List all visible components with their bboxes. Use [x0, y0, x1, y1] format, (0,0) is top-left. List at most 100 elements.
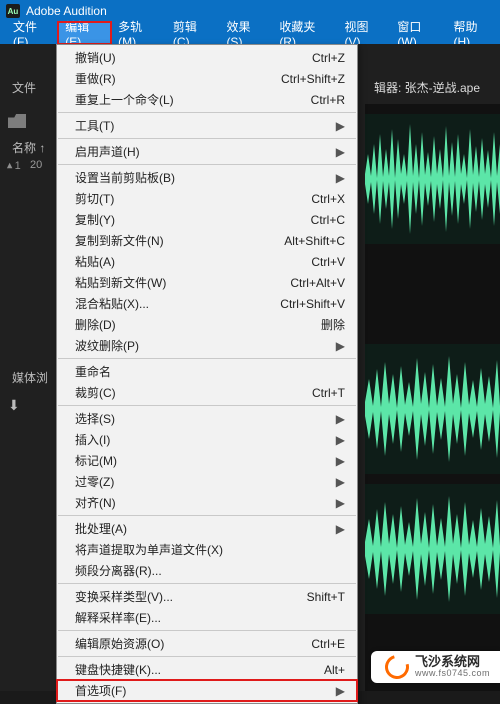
waveform-channel-right[interactable]: R [365, 344, 500, 474]
chevron-right-icon: ▶ [336, 475, 345, 489]
menu-item[interactable]: 批处理(A) ▶ [57, 518, 357, 539]
menu-item[interactable]: 复制到新文件(N) Alt+Shift+C [57, 230, 357, 251]
menubar-item[interactable]: 收藏夹(R) [272, 22, 337, 44]
chevron-right-icon: ▸ [2, 163, 15, 169]
menu-item-label: 过零(Z) [75, 473, 328, 490]
menu-bar: 文件(F)编辑(E)多轨(M)剪辑(C)效果(S)收藏夹(R)视图(V)窗口(W… [0, 22, 500, 44]
chevron-right-icon: ▶ [336, 522, 345, 536]
menu-item-label: 复制到新文件(N) [75, 232, 276, 249]
menu-item[interactable]: 重做(R) Ctrl+Shift+Z [57, 68, 357, 89]
app-logo: Au [6, 4, 20, 18]
folder-icon[interactable] [8, 114, 26, 128]
menu-item-label: 混合粘贴(X)... [75, 295, 272, 312]
menu-item-shortcut: Ctrl+V [311, 255, 345, 269]
menubar-item[interactable]: 多轨(M) [111, 22, 166, 44]
menu-item[interactable]: 变换采样类型(V)...Shift+T [57, 586, 357, 607]
menu-item-shortcut: Ctrl+E [311, 637, 345, 651]
menubar-item[interactable]: 编辑(E) [58, 22, 111, 44]
menu-item-shortcut: Ctrl+Alt+V [290, 276, 345, 290]
menu-item[interactable]: 工具(T)▶ [57, 115, 357, 136]
menu-item-label: 粘贴到新文件(W) [75, 274, 282, 291]
menu-item-label: 设置当前剪贴板(B) [75, 169, 328, 186]
menu-item[interactable]: 键盘快捷键(K)... Alt+ [57, 659, 357, 680]
menu-item-label: 重命名 [75, 363, 345, 380]
file-tree-row[interactable]: ▸ 1 [6, 159, 21, 172]
editor-file-label: 辑器: 张杰-逆战.ape [370, 77, 500, 98]
menu-item[interactable]: 重复上一个命令(L) Ctrl+R [57, 89, 357, 110]
menu-item-label: 删除(D) [75, 316, 313, 333]
menubar-item[interactable]: 帮助(H) [446, 22, 500, 44]
menubar-item[interactable]: 效果(S) [219, 22, 272, 44]
menu-item-label: 批处理(A) [75, 520, 328, 537]
menu-item-label: 波纹删除(P) [75, 337, 328, 354]
chevron-right-icon: ▶ [336, 339, 345, 353]
menubar-item[interactable]: 视图(V) [338, 22, 391, 44]
menu-item-shortcut: Alt+ [324, 663, 345, 677]
menu-item-label: 键盘快捷键(K)... [75, 661, 316, 678]
menu-item[interactable]: 标记(M) ▶ [57, 450, 357, 471]
menubar-item[interactable]: 窗口(W) [390, 22, 446, 44]
menu-item[interactable]: 裁剪(C)Ctrl+T [57, 382, 357, 403]
menu-item[interactable]: 粘贴到新文件(W) Ctrl+Alt+V [57, 272, 357, 293]
menu-item-shortcut: Alt+Shift+C [284, 234, 345, 248]
waveform-channel-left[interactable] [365, 114, 500, 244]
menu-separator [58, 164, 356, 165]
chevron-right-icon: ▶ [336, 496, 345, 510]
chevron-right-icon: ▶ [336, 145, 345, 159]
menu-separator [58, 583, 356, 584]
menu-item[interactable]: 撤销(U)Ctrl+Z [57, 47, 357, 68]
menu-item[interactable]: 剪切(T)Ctrl+X [57, 188, 357, 209]
menu-item[interactable]: 重命名 [57, 361, 357, 382]
menu-item[interactable]: 插入(I)▶ [57, 429, 357, 450]
menu-item-shortcut: 删除 [321, 316, 345, 333]
menu-item[interactable]: 复制(Y)Ctrl+C [57, 209, 357, 230]
menu-item-shortcut: Ctrl+Shift+V [280, 297, 345, 311]
menu-item-label: 插入(I) [75, 431, 328, 448]
waveform-area[interactable]: R [365, 104, 500, 691]
download-icon[interactable] [8, 397, 26, 411]
waveform-icon [365, 484, 500, 614]
menu-item-label: 粘贴(A) [75, 253, 303, 270]
menu-item[interactable]: 波纹删除(P) ▶ [57, 335, 357, 356]
menu-item-shortcut: Ctrl+Z [312, 51, 345, 65]
menu-item[interactable]: 解释采样率(E)... [57, 607, 357, 628]
menu-item-label: 编辑原始资源(O) [75, 635, 303, 652]
menu-item-label: 标记(M) [75, 452, 328, 469]
menubar-item[interactable]: 剪辑(C) [166, 22, 220, 44]
menu-item[interactable]: 混合粘贴(X)... Ctrl+Shift+V [57, 293, 357, 314]
menubar-item[interactable]: 文件(F) [6, 22, 58, 44]
menu-item-label: 复制(Y) [75, 211, 303, 228]
menu-item[interactable]: 选择(S)▶ [57, 408, 357, 429]
menu-item-label: 解释采样率(E)... [75, 609, 345, 626]
menu-item[interactable]: 删除(D) 删除 [57, 314, 357, 335]
menu-item[interactable]: 对齐(N)▶ [57, 492, 357, 513]
menu-item-label: 重做(R) [75, 70, 273, 87]
menu-separator [58, 112, 356, 113]
menu-item-shortcut: Ctrl+Shift+Z [281, 72, 345, 86]
menu-separator [58, 656, 356, 657]
menu-item[interactable]: 过零(Z) ▶ [57, 471, 357, 492]
menu-item-label: 变换采样类型(V)... [75, 588, 299, 605]
file-tree-row-value: 20 [30, 159, 42, 171]
menu-item-label: 工具(T) [75, 117, 328, 134]
menu-item[interactable]: 将声道提取为单声道文件(X) [57, 539, 357, 560]
menu-item[interactable]: 编辑原始资源(O) Ctrl+E [57, 633, 357, 654]
left-panel: 文件 名称 ↑ ▸ 1 20 媒体浏 [0, 44, 60, 691]
menu-item-label: 重复上一个命令(L) [75, 91, 303, 108]
menu-item-label: 启用声道(H) [75, 143, 328, 160]
menu-item[interactable]: 频段分离器(R)... [57, 560, 357, 581]
media-browser-label: 媒体浏 [12, 369, 48, 386]
chevron-right-icon: ▶ [336, 171, 345, 185]
watermark-url: www.fs0745.com [415, 669, 490, 679]
menu-item-shortcut: Ctrl+R [311, 93, 345, 107]
menu-item[interactable]: 粘贴(A) Ctrl+V [57, 251, 357, 272]
menu-item[interactable]: 启用声道(H) ▶ [57, 141, 357, 162]
menu-item[interactable]: 设置当前剪贴板(B) ▶ [57, 167, 357, 188]
waveform-channel-extra[interactable] [365, 484, 500, 614]
chevron-right-icon: ▶ [336, 454, 345, 468]
menu-item-shortcut: Ctrl+T [312, 386, 345, 400]
menu-item-label: 剪切(T) [75, 190, 303, 207]
name-column-header[interactable]: 名称 ↑ [12, 139, 45, 156]
menu-separator [58, 405, 356, 406]
menu-item-label: 选择(S) [75, 410, 328, 427]
